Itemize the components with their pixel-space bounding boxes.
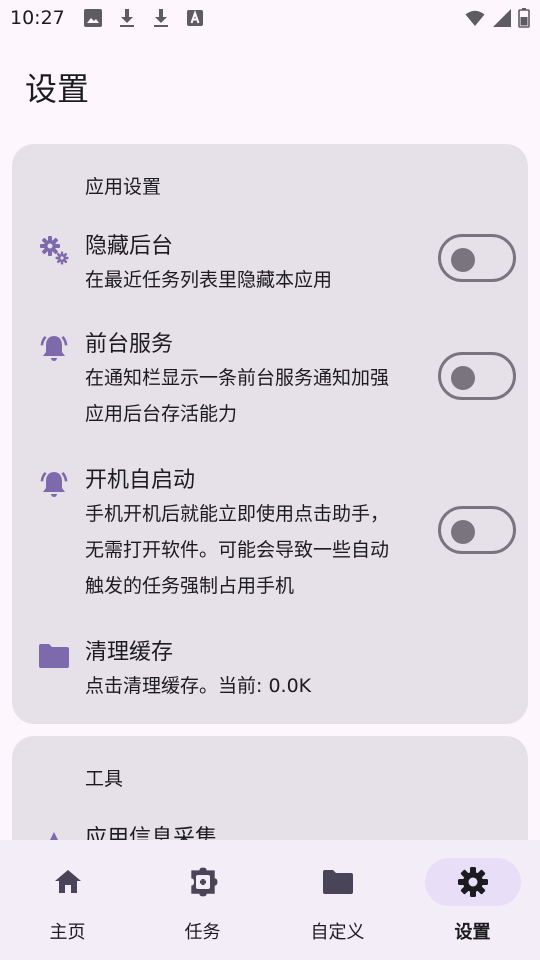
- setting-title: 隐藏后台: [85, 234, 174, 259]
- signal-icon: [493, 9, 511, 27]
- nav-item-settings[interactable]: 设置: [405, 840, 540, 960]
- description-line: 无需打开软件。可能会导致一些自动: [85, 539, 390, 561]
- status-time: 10:27: [10, 7, 65, 29]
- section-title: 应用设置: [85, 176, 162, 198]
- nav-item-custom[interactable]: 自定义: [270, 840, 405, 960]
- setting-description: 点击清理缓存。当前: 0.0K: [85, 675, 312, 697]
- folder-icon: [323, 870, 353, 894]
- toggle-knob: [451, 366, 475, 390]
- puzzle-icon: [191, 867, 218, 897]
- hide-background-toggle[interactable]: [438, 234, 516, 282]
- setting-title: 开机自启动: [85, 468, 196, 493]
- description-line: 应用后台存活能力: [85, 403, 238, 425]
- setting-foreground-service[interactable]: 前台服务 在通知栏显示一条前台服务通知加强 应用后台存活能力: [12, 326, 528, 436]
- nav-label: 自定义: [310, 922, 365, 943]
- setting-title: 前台服务: [85, 332, 174, 357]
- settings-list[interactable]: 应用设置 隐藏后台 在最近任务列表里隐藏本应用 前台服务 在通知栏显示一条前台服…: [0, 140, 540, 840]
- gears-icon: [40, 236, 69, 265]
- status-notification-icons: [83, 8, 205, 28]
- page-title: 设置: [25, 70, 90, 108]
- description-line: 手机开机后就能立即使用点击助手，: [85, 503, 390, 525]
- setting-title: 清理缓存: [85, 640, 174, 665]
- setting-description: 在通知栏显示一条前台服务通知加强 应用后台存活能力: [85, 360, 425, 432]
- nav-label: 设置: [454, 922, 491, 943]
- setting-description: 手机开机后就能立即使用点击助手， 无需打开软件。可能会导致一些自动 触发的任务强…: [85, 496, 425, 604]
- setting-title: 应用信息采集: [85, 826, 218, 840]
- section-title: 工具: [85, 768, 124, 790]
- bottom-navigation: 主页 任务 自定义 设置: [0, 840, 540, 960]
- download-icon: [119, 9, 134, 27]
- description-line: 触发的任务强制占用手机: [85, 575, 295, 597]
- status-bar: 10:27: [0, 0, 540, 36]
- wifi-icon: [465, 10, 485, 26]
- setting-description: 在最近任务列表里隐藏本应用: [85, 269, 333, 291]
- toggle-knob: [451, 248, 475, 272]
- setting-app-info-collect[interactable]: 应用信息采集: [12, 820, 528, 840]
- nav-label: 主页: [49, 922, 86, 943]
- bell-ringing-icon: [40, 336, 68, 361]
- app-settings-card: 应用设置 隐藏后台 在最近任务列表里隐藏本应用 前台服务 在通知栏显示一条前台服…: [12, 144, 528, 724]
- bell-ringing-icon: [40, 472, 68, 497]
- description-line: 在通知栏显示一条前台服务通知加强: [85, 367, 390, 389]
- nav-item-home[interactable]: 主页: [0, 840, 135, 960]
- setting-auto-start[interactable]: 开机自启动 手机开机后就能立即使用点击助手， 无需打开软件。可能会导致一些自动 …: [12, 462, 528, 608]
- gear-icon: [458, 867, 488, 897]
- home-icon: [55, 870, 81, 893]
- nav-item-tasks[interactable]: 任务: [135, 840, 270, 960]
- setting-hide-background[interactable]: 隐藏后台 在最近任务列表里隐藏本应用: [12, 228, 528, 298]
- auto-start-toggle[interactable]: [438, 506, 516, 554]
- triangle-icon: [50, 832, 58, 840]
- battery-icon: [518, 8, 530, 28]
- foreground-service-toggle[interactable]: [438, 352, 516, 400]
- folder-icon: [39, 644, 69, 668]
- image-icon: [83, 9, 102, 27]
- setting-clear-cache[interactable]: 清理缓存 点击清理缓存。当前: 0.0K: [12, 634, 528, 704]
- tools-card: 工具 应用信息采集: [12, 736, 528, 840]
- text-icon: [186, 9, 203, 26]
- download-icon: [153, 9, 168, 27]
- toggle-knob: [451, 520, 475, 544]
- nav-label: 任务: [184, 922, 221, 943]
- status-system-icons: [464, 8, 530, 28]
